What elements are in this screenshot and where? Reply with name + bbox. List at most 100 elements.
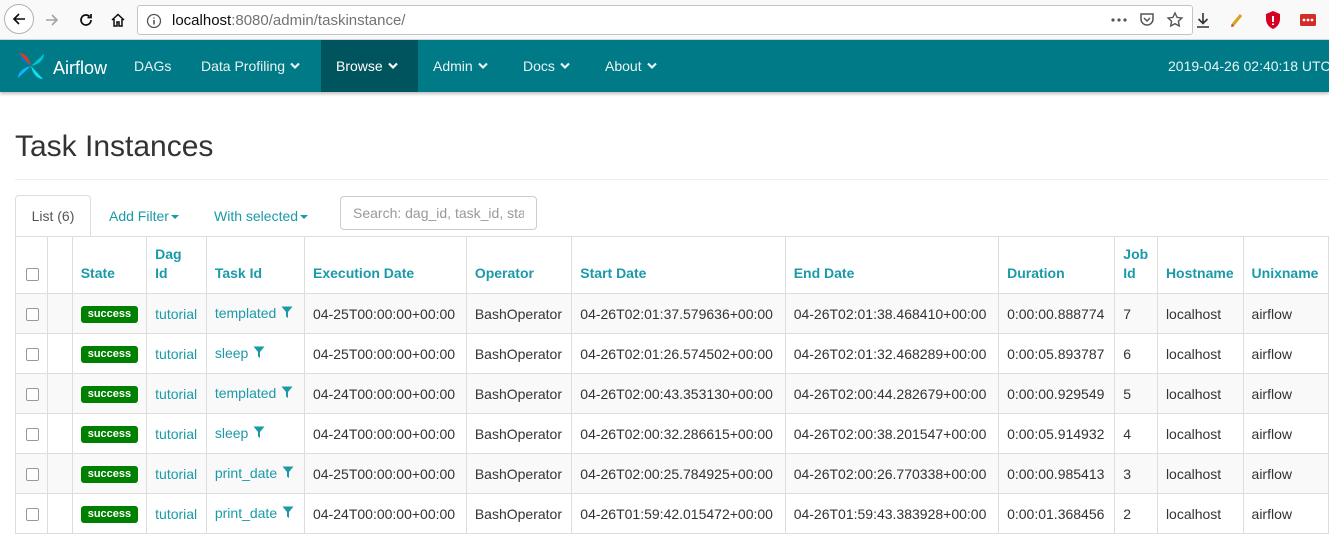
execution-date-cell: 04-25T00:00:00+00:00	[304, 293, 467, 334]
dag-id-link[interactable]: tutorial	[155, 426, 197, 442]
chevron-down-icon	[290, 62, 300, 70]
col-task-id[interactable]: Task Id	[205, 236, 306, 294]
tab-list[interactable]: List (6)	[15, 195, 91, 237]
state-cell: success	[71, 413, 148, 454]
execution-date-cell: 04-24T00:00:00+00:00	[304, 493, 467, 534]
back-icon[interactable]	[4, 4, 34, 34]
hostname-cell: localhost	[1156, 293, 1244, 334]
dag-id-link[interactable]: tutorial	[155, 506, 197, 522]
col-hostname[interactable]: Hostname	[1156, 236, 1244, 294]
filter-icon[interactable]	[281, 386, 293, 402]
col-job-id[interactable]: Job Id	[1114, 236, 1158, 294]
col-execution-date[interactable]: Execution Date	[304, 236, 467, 294]
row-checkbox[interactable]	[26, 388, 39, 402]
dag-id-link[interactable]: tutorial	[155, 466, 197, 482]
row-actions-cell	[47, 333, 73, 374]
row-checkbox[interactable]	[26, 468, 39, 482]
nav-admin[interactable]: Admin	[418, 40, 503, 92]
browser-toolbar: localhost:8080/admin/taskinstance/	[0, 0, 1329, 40]
extension-icon[interactable]	[1227, 9, 1249, 31]
state-cell: success	[71, 373, 148, 414]
nav-browse[interactable]: Browse	[321, 40, 418, 92]
filter-icon[interactable]	[282, 466, 294, 482]
dag-id-link[interactable]: tutorial	[155, 386, 197, 402]
pocket-icon[interactable]	[1138, 11, 1156, 34]
col-start-date[interactable]: Start Date	[571, 236, 786, 294]
nav-data-profiling[interactable]: Data Profiling	[186, 40, 315, 92]
operator-cell: BashOperator	[465, 333, 573, 374]
row-select-cell	[15, 373, 48, 414]
home-icon[interactable]	[104, 6, 132, 34]
select-all-checkbox[interactable]	[26, 267, 39, 281]
brand-name: Airflow	[53, 58, 108, 78]
reload-icon[interactable]	[72, 6, 100, 34]
dag-id-cell: tutorial	[146, 493, 207, 534]
row-checkbox[interactable]	[26, 508, 39, 522]
end-date-cell: 04-26T02:00:38.201547+00:00	[784, 413, 1000, 454]
task-id-link[interactable]: sleep	[215, 425, 248, 441]
row-select-cell	[15, 493, 48, 534]
col-end-date[interactable]: End Date	[784, 236, 1000, 294]
lastpass-icon[interactable]	[1297, 9, 1319, 31]
execution-date-cell: 04-24T00:00:00+00:00	[304, 413, 467, 454]
search-input[interactable]	[340, 196, 537, 230]
row-select-cell	[15, 413, 48, 454]
bookmark-star-icon[interactable]	[1166, 11, 1184, 34]
dag-id-cell: tutorial	[146, 333, 207, 374]
with-selected-button[interactable]: With selected	[214, 208, 309, 224]
info-icon[interactable]	[146, 13, 162, 34]
task-id-link[interactable]: templated	[215, 385, 276, 401]
caret-down-icon	[300, 215, 309, 220]
state-cell: success	[71, 453, 148, 494]
task-id-link[interactable]: templated	[215, 305, 276, 321]
download-icon[interactable]	[1192, 9, 1214, 31]
task-id-cell: templated	[205, 373, 306, 414]
row-select-cell	[15, 453, 48, 494]
status-badge: success	[80, 386, 139, 403]
shield-icon[interactable]	[1262, 9, 1284, 31]
dag-id-link[interactable]: tutorial	[155, 346, 197, 362]
utc-clock: 2019-04-26 02:40:18 UTC	[1168, 58, 1329, 74]
filter-icon[interactable]	[253, 346, 265, 362]
nav-dags[interactable]: DAGs	[119, 40, 186, 92]
brand-link[interactable]: Airflow	[15, 50, 107, 87]
add-filter-button[interactable]: Add Filter	[109, 208, 179, 224]
unixname-cell: airflow	[1242, 413, 1329, 454]
status-badge: success	[80, 466, 139, 483]
row-checkbox[interactable]	[26, 428, 39, 442]
job-id-cell: 4	[1114, 413, 1158, 454]
col-operator[interactable]: Operator	[465, 236, 573, 294]
col-dag-id[interactable]: Dag Id	[146, 236, 207, 294]
chevron-down-icon	[646, 62, 657, 70]
hostname-cell: localhost	[1156, 493, 1244, 534]
col-duration[interactable]: Duration	[998, 236, 1116, 294]
col-state[interactable]: State	[71, 236, 148, 294]
task-id-link[interactable]: sleep	[215, 345, 248, 361]
filter-icon[interactable]	[282, 506, 294, 522]
nav-about[interactable]: About	[590, 40, 672, 92]
filter-icon[interactable]	[281, 306, 293, 322]
execution-date-cell: 04-25T00:00:00+00:00	[304, 453, 467, 494]
row-checkbox[interactable]	[26, 308, 39, 322]
address-bar[interactable]: localhost:8080/admin/taskinstance/	[137, 5, 1193, 35]
row-select-cell	[15, 333, 48, 374]
row-select-cell	[15, 293, 48, 334]
col-unixname[interactable]: Unixname	[1242, 236, 1329, 294]
row-checkbox[interactable]	[26, 348, 39, 362]
table-row: success tutorial templated 04-24T00:00:0…	[15, 373, 1329, 414]
nav-docs[interactable]: Docs	[508, 40, 585, 92]
forward-icon[interactable]	[38, 6, 66, 34]
task-id-link[interactable]: print_date	[215, 465, 277, 481]
task-id-link[interactable]: print_date	[215, 505, 277, 521]
hostname-cell: localhost	[1156, 453, 1244, 494]
more-icon[interactable]	[1110, 12, 1128, 33]
end-date-cell: 04-26T02:01:38.468410+00:00	[784, 293, 1000, 334]
operator-cell: BashOperator	[465, 493, 573, 534]
filter-icon[interactable]	[253, 426, 265, 442]
start-date-cell: 04-26T02:01:26.574502+00:00	[571, 333, 786, 374]
caret-down-icon	[170, 215, 179, 220]
operator-cell: BashOperator	[465, 453, 573, 494]
task-id-cell: print_date	[205, 453, 306, 494]
hostname-cell: localhost	[1156, 413, 1244, 454]
dag-id-link[interactable]: tutorial	[155, 306, 197, 322]
